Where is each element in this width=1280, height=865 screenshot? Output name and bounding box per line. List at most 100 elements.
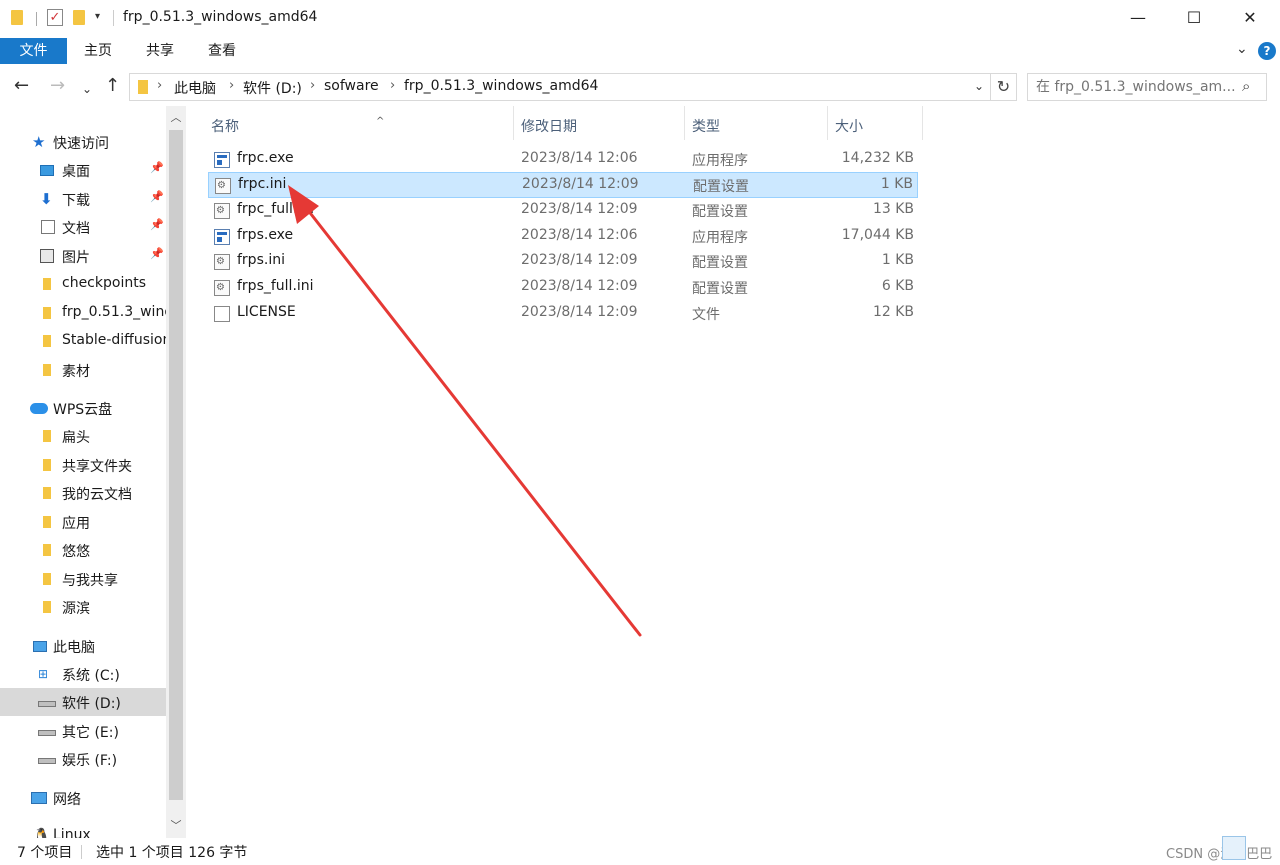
- breadcrumb-sofware[interactable]: sofware: [324, 78, 379, 94]
- folder-icon: [43, 487, 51, 499]
- table-row[interactable]: frps.exe 2023/8/14 12:06 应用程序 17,044 KB: [208, 224, 918, 250]
- address-bar[interactable]: › 此电脑 › 软件 (D:) › sofware › frp_0.51.3_w…: [129, 73, 991, 101]
- search-input[interactable]: [1036, 78, 1236, 96]
- sidebar-item-biantou[interactable]: 扁头: [0, 422, 166, 450]
- linux-icon: 🐧: [33, 828, 51, 838]
- chevron-right-icon[interactable]: ›: [310, 78, 315, 93]
- table-row[interactable]: frpc.exe 2023/8/14 12:06 应用程序 14,232 KB: [208, 147, 918, 173]
- search-box[interactable]: ⌕: [1027, 73, 1267, 101]
- sidebar-item-drive-e[interactable]: 其它 (E:): [0, 717, 166, 745]
- table-row[interactable]: frpc.ini 2023/8/14 12:09 配置设置 1 KB: [208, 172, 918, 198]
- minimize-button[interactable]: —: [1110, 0, 1166, 36]
- sidebar-item-frp-folder[interactable]: frp_0.51.3_windows_amd64: [0, 299, 166, 327]
- sidebar-item-documents[interactable]: 文档 📌: [0, 213, 166, 241]
- scrollbar-thumb[interactable]: [169, 130, 183, 800]
- sidebar-item-quick-access[interactable]: ★ 快速访问: [0, 128, 166, 156]
- scroll-down-icon[interactable]: ﹀: [166, 816, 186, 836]
- item-count: 7 个项目: [17, 845, 73, 861]
- table-row[interactable]: frps.ini 2023/8/14 12:09 配置设置 1 KB: [208, 249, 918, 275]
- breadcrumb-this-pc[interactable]: 此电脑: [174, 78, 216, 98]
- sidebar-item-sucai[interactable]: 素材: [0, 356, 166, 384]
- ini-icon: [214, 203, 230, 219]
- close-button[interactable]: ✕: [1222, 0, 1278, 36]
- column-label: 类型: [692, 119, 720, 135]
- maximize-button[interactable]: ☐: [1166, 0, 1222, 36]
- sidebar-item-shared-folder[interactable]: 共享文件夹: [0, 451, 166, 479]
- sidebar-item-pictures[interactable]: 图片 📌: [0, 242, 166, 270]
- column-header-type[interactable]: 类型: [685, 114, 827, 144]
- sidebar-item-drive-f[interactable]: 娱乐 (F:): [0, 745, 166, 773]
- sidebar-item-label: 源滨: [62, 601, 90, 617]
- sidebar-item-stable-diffusion[interactable]: Stable-diffusion: [0, 327, 166, 355]
- search-icon[interactable]: ⌕: [1242, 77, 1250, 95]
- folder-icon: [43, 364, 51, 376]
- column-divider[interactable]: [922, 106, 923, 140]
- table-row[interactable]: LICENSE 2023/8/14 12:09 文件 12 KB: [208, 301, 918, 327]
- forward-icon[interactable]: →: [50, 76, 65, 96]
- network-icon: [31, 792, 47, 804]
- sidebar-item-label: checkpoints: [62, 275, 146, 291]
- file-type: 配置设置: [692, 255, 748, 271]
- file-name: frpc.exe: [237, 150, 294, 166]
- selection-info: 选中 1 个项目 126 字节: [96, 845, 248, 861]
- sidebar-item-drive-c[interactable]: ⊞ 系统 (C:): [0, 660, 166, 688]
- sidebar-item-label: 其它 (E:): [62, 725, 119, 741]
- file-type: 配置设置: [692, 281, 748, 297]
- chevron-right-icon[interactable]: ›: [229, 78, 234, 93]
- sidebar-item-this-pc[interactable]: 此电脑: [0, 632, 166, 660]
- sidebar-item-youyou[interactable]: 悠悠: [0, 536, 166, 564]
- tab-share[interactable]: 共享: [129, 38, 191, 64]
- column-header-size[interactable]: 大小: [828, 114, 922, 144]
- expand-ribbon-icon[interactable]: ⌄: [1236, 41, 1248, 57]
- sidebar-item-label: 娱乐 (F:): [62, 753, 118, 769]
- sidebar-item-yuanbin[interactable]: 源滨: [0, 593, 166, 621]
- file-size: 14,232 KB: [841, 150, 914, 166]
- breadcrumb-drive-d[interactable]: 软件 (D:): [243, 78, 302, 98]
- sidebar-scrollbar[interactable]: ︿ ﹀: [166, 106, 186, 838]
- sidebar-item-label: 网络: [53, 792, 81, 808]
- ini-icon: [214, 254, 230, 270]
- new-folder-icon[interactable]: [73, 10, 85, 25]
- customize-quick-access-icon[interactable]: ▾: [95, 11, 100, 22]
- table-row[interactable]: frps_full.ini 2023/8/14 12:09 配置设置 6 KB: [208, 275, 918, 301]
- back-icon[interactable]: ←: [14, 76, 29, 96]
- pc-icon: [33, 641, 47, 652]
- help-icon[interactable]: ?: [1258, 42, 1276, 60]
- tab-file[interactable]: 文件: [0, 38, 67, 64]
- chevron-right-icon[interactable]: ›: [390, 78, 395, 93]
- table-row[interactable]: frpc_full.ini 2023/8/14 12:09 配置设置 13 KB: [208, 198, 918, 224]
- sidebar-item-checkpoints[interactable]: checkpoints: [0, 270, 166, 298]
- tab-view[interactable]: 查看: [191, 38, 253, 64]
- ini-icon: [215, 178, 231, 194]
- column-header-date[interactable]: 修改日期: [514, 114, 684, 144]
- properties-icon[interactable]: ✓: [47, 9, 63, 26]
- chevron-right-icon[interactable]: ›: [157, 78, 162, 93]
- file-date: 2023/8/14 12:06: [521, 227, 638, 243]
- refresh-button[interactable]: ↻: [991, 73, 1017, 101]
- sidebar-item-apps[interactable]: 应用: [0, 508, 166, 536]
- sidebar-item-shared-with-me[interactable]: 与我共享: [0, 565, 166, 593]
- sidebar-item-downloads[interactable]: ⬇ 下载 📌: [0, 185, 166, 213]
- column-header-name[interactable]: ^ 名称: [208, 114, 513, 144]
- sidebar-item-network[interactable]: 网络: [0, 784, 166, 812]
- breadcrumb-current-folder[interactable]: frp_0.51.3_windows_amd64: [404, 78, 598, 94]
- sidebar-item-linux[interactable]: 🐧 Linux: [0, 822, 166, 838]
- document-icon: [41, 220, 55, 234]
- tab-home[interactable]: 主页: [67, 38, 129, 64]
- pin-icon: 📌: [150, 218, 164, 231]
- recent-locations-icon[interactable]: ⌄: [82, 79, 92, 99]
- scroll-up-icon[interactable]: ︿: [166, 108, 186, 128]
- details-view-icon[interactable]: [1222, 836, 1246, 860]
- file-date: 2023/8/14 12:09: [521, 252, 638, 268]
- large-icons-view-icon[interactable]: [1254, 840, 1270, 856]
- up-icon[interactable]: ↑: [105, 76, 120, 96]
- address-dropdown-icon[interactable]: ⌄: [974, 79, 984, 93]
- sidebar-item-label: 应用: [62, 516, 90, 532]
- sidebar-item-desktop[interactable]: 桌面 📌: [0, 156, 166, 184]
- sidebar-item-drive-d[interactable]: 软件 (D:): [0, 688, 166, 716]
- sidebar-item-wps-cloud[interactable]: WPS云盘: [0, 394, 166, 422]
- sidebar-item-my-cloud-docs[interactable]: 我的云文档: [0, 479, 166, 507]
- navigation-bar: ← → ⌄ ↑ › 此电脑 › 软件 (D:) › sofware › frp_…: [0, 68, 1280, 106]
- ini-icon: [214, 280, 230, 296]
- sidebar-item-label: 我的云文档: [62, 487, 132, 503]
